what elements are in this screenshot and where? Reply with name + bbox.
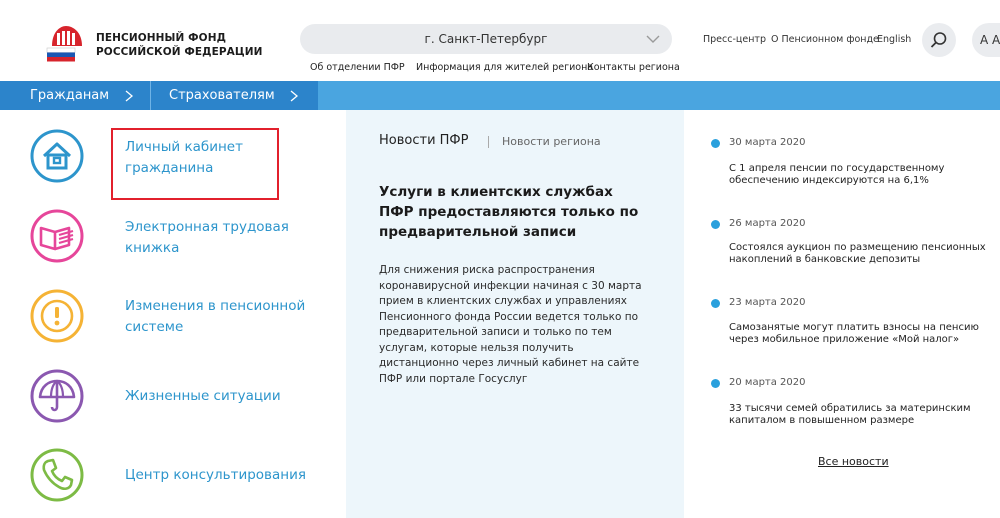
news-text-line1: 33 тысячи семей обратились за матерински… xyxy=(729,403,971,414)
news-text-line2: капиталом в повышенном размере xyxy=(729,415,915,426)
service-label-line1: Изменения в пенсионной xyxy=(125,298,306,314)
news-date: 20 марта 2020 xyxy=(729,377,806,388)
service-label-line1: Жизненные ситуации xyxy=(125,388,281,404)
link-about-fund[interactable]: О Пенсионном фонде xyxy=(771,34,879,45)
news-date: 30 марта 2020 xyxy=(729,137,806,148)
news-bullet xyxy=(711,220,720,229)
org-name: ПЕНСИОННЫЙ ФОНД РОССИЙСКОЙ ФЕДЕРАЦИИ xyxy=(96,31,263,59)
umbrella-icon xyxy=(30,369,84,423)
service-icon-life-situations[interactable] xyxy=(28,367,86,425)
pfr-emblem-icon xyxy=(46,26,82,62)
nav-insurers[interactable]: Страхователям xyxy=(169,81,299,110)
service-icon-pension-changes[interactable] xyxy=(28,287,86,345)
news-text-line1: С 1 апреля пенсии по государственному xyxy=(729,163,945,174)
news-date: 26 марта 2020 xyxy=(729,218,806,229)
chevron-right-icon xyxy=(125,90,134,101)
service-icon-work-book[interactable] xyxy=(28,207,86,265)
service-consulting-center[interactable]: Центр консультирования xyxy=(125,465,306,486)
news-item[interactable]: Самозанятые могут платить взносы на пенс… xyxy=(729,322,989,346)
news-item[interactable]: Состоялся аукцион по размещению пенсионн… xyxy=(729,242,989,266)
news-text-line1: Состоялся аукцион по размещению пенсионн… xyxy=(729,242,986,253)
link-press-center[interactable]: Пресс-центр xyxy=(703,34,766,45)
service-label-line1: Электронная трудовая xyxy=(125,219,289,235)
service-electronic-work-book[interactable]: Электронная трудовая книжка xyxy=(125,217,289,259)
chevron-down-icon xyxy=(646,35,660,43)
tab-divider xyxy=(488,136,489,148)
service-label-line2: гражданина xyxy=(125,160,214,176)
news-date: 23 марта 2020 xyxy=(729,297,806,308)
pfr-logo[interactable] xyxy=(46,22,90,62)
news-bullet xyxy=(711,299,720,308)
service-life-situations[interactable]: Жизненные ситуации xyxy=(125,386,281,407)
body-line: услугам, которые нельзя получить xyxy=(379,341,574,354)
service-label-line2: системе xyxy=(125,319,184,335)
body-line: прием в клиентских службах и управлениях xyxy=(379,295,627,307)
news-item[interactable]: С 1 апреля пенсии по государственному об… xyxy=(729,163,989,187)
service-icon-consulting-center[interactable] xyxy=(28,446,86,504)
warning-icon xyxy=(30,289,84,343)
tab-pfr-news[interactable]: Новости ПФР xyxy=(379,133,468,148)
sublink-region-contacts[interactable]: Контакты региона xyxy=(587,62,680,73)
link-english[interactable]: English xyxy=(877,34,911,45)
city-selector[interactable]: г. Санкт-Петербург xyxy=(300,24,672,54)
book-icon xyxy=(30,209,84,263)
org-name-line2: РОССИЙСКОЙ ФЕДЕРАЦИИ xyxy=(96,46,263,58)
news-bullet xyxy=(711,379,720,388)
body-line: ПФР или портале Госуслуг xyxy=(379,372,528,385)
body-line: Для снижения риска распространения xyxy=(379,264,595,276)
nav-citizens-label: Гражданам xyxy=(30,88,110,103)
service-pension-system-changes[interactable]: Изменения в пенсионной системе xyxy=(125,296,305,338)
news-text-line1: Самозанятые могут платить взносы на пенс… xyxy=(729,322,979,333)
search-icon xyxy=(930,32,947,48)
service-personal-account[interactable]: Личный кабинет гражданина xyxy=(125,137,243,179)
nav-separator xyxy=(150,81,151,110)
font-size-button[interactable]: A A xyxy=(972,23,1000,57)
news-item[interactable]: 33 тысячи семей обратились за матерински… xyxy=(729,403,989,427)
nav-insurers-label: Страхователям xyxy=(169,88,275,103)
body-line: Пенсионного фонда России ведется только … xyxy=(379,310,639,323)
city-label: г. Санкт-Петербург xyxy=(424,32,548,46)
featured-news-title[interactable]: Услуги в клиентских службах ПФР предоста… xyxy=(379,182,649,242)
service-icon-personal-account[interactable] xyxy=(28,127,86,185)
sublink-about-branch[interactable]: Об отделении ПФР xyxy=(310,62,405,73)
all-news-link[interactable]: Все новости xyxy=(818,455,889,468)
service-label-line1: Личный кабинет xyxy=(125,139,243,155)
body-line: дистанционно через личный кабинет на сай… xyxy=(379,357,640,369)
sublink-region-info[interactable]: Информация для жителей региона xyxy=(416,62,593,73)
search-button[interactable] xyxy=(922,23,956,57)
news-text-line2: через мобильное приложение «Мой налог» xyxy=(729,334,960,345)
news-bullet xyxy=(711,139,720,148)
body-line: коронавирусной инфекции начиная с 30 мар… xyxy=(379,279,642,292)
service-label-line2: книжка xyxy=(125,240,180,256)
featured-news-body: Для снижения риска распространения корон… xyxy=(379,263,669,387)
house-icon xyxy=(30,129,84,183)
service-label-line1: Центр консультирования xyxy=(125,467,306,483)
body-line: предварительной записи и только по тем xyxy=(379,326,612,338)
nav-citizens[interactable]: Гражданам xyxy=(30,81,134,110)
news-text-line2: обеспечению индексируются на 6,1% xyxy=(729,175,929,186)
news-text-line2: накоплений в банковские депозиты xyxy=(729,254,921,265)
tab-region-news[interactable]: Новости региона xyxy=(502,135,601,148)
org-name-line1: ПЕНСИОННЫЙ ФОНД xyxy=(96,32,227,44)
font-size-label: A A xyxy=(980,33,1000,47)
phone-icon xyxy=(30,448,84,502)
chevron-right-icon xyxy=(290,90,298,101)
